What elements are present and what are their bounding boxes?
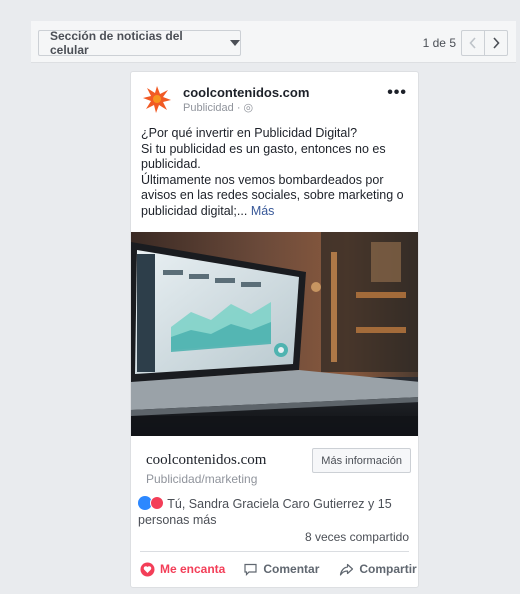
post-text-line: ¿Por qué invertir en Publicidad Digital? xyxy=(141,126,358,140)
post-image[interactable] xyxy=(131,232,418,436)
share-icon xyxy=(340,563,354,576)
chevron-left-icon xyxy=(469,37,476,49)
heart-icon xyxy=(140,562,155,576)
see-more-link[interactable]: Más xyxy=(251,204,275,218)
sponsored-label: Publicidad · ◎ xyxy=(183,102,254,114)
post-header: coolcontenidos.com Publicidad · ◎ ••• xyxy=(131,72,418,122)
caret-down-icon xyxy=(230,40,240,46)
chevron-right-icon xyxy=(493,37,500,49)
post-text: ¿Por qué invertir en Publicidad Digital?… xyxy=(131,122,418,219)
comment-button[interactable]: Comentar xyxy=(243,562,319,577)
reactions-text: Tú, Sandra Graciela Caro Gutierrez y 15 … xyxy=(138,497,392,527)
more-options-icon[interactable]: ••• xyxy=(387,84,407,102)
love-button[interactable]: Me encanta xyxy=(140,562,225,577)
placement-dropdown[interactable]: Sección de noticias del celular xyxy=(38,29,241,57)
pager-text: 1 de 5 xyxy=(422,36,456,50)
preview-toolbar: Sección de noticias del celular 1 de 5 xyxy=(31,21,516,63)
page-name[interactable]: coolcontenidos.com xyxy=(183,85,309,100)
comment-icon xyxy=(244,563,257,576)
laptop-analytics-image xyxy=(131,232,418,436)
divider xyxy=(140,551,409,552)
link-domain: coolcontenidos.com xyxy=(146,452,267,468)
globe-icon: · ◎ xyxy=(236,102,254,114)
post-text-line: Si tu publicidad es un gasto, entonces n… xyxy=(141,141,386,172)
share-button[interactable]: Compartir xyxy=(339,562,417,577)
placement-label: Sección de noticias del celular xyxy=(50,29,183,57)
shares-count[interactable]: 8 veces compartido xyxy=(305,530,409,544)
link-category: Publicidad/marketing xyxy=(146,472,258,486)
love-reaction-icon xyxy=(150,496,164,510)
learn-more-button[interactable]: Más información xyxy=(312,448,411,473)
post-actions: Me encanta Comentar Compartir xyxy=(131,556,418,582)
reactions-summary[interactable]: Tú, Sandra Graciela Caro Gutierrez y 15 … xyxy=(138,496,416,528)
next-button[interactable] xyxy=(484,30,508,56)
link-preview[interactable]: coolcontenidos.com Publicidad/marketing … xyxy=(131,436,418,496)
post-text-line: Últimamente nos vemos bombardeados por a… xyxy=(141,172,404,218)
ad-post-card: coolcontenidos.com Publicidad · ◎ ••• ¿P… xyxy=(130,71,419,588)
previous-button[interactable] xyxy=(461,30,485,56)
page-logo[interactable] xyxy=(142,84,172,114)
